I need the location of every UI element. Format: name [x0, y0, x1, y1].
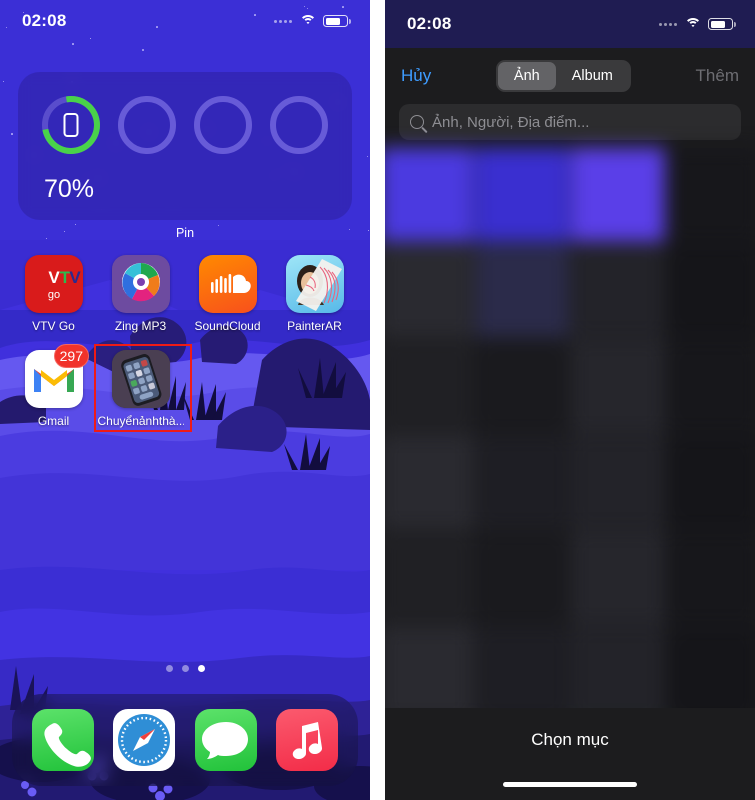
- photo-thumbnail[interactable]: [571, 435, 665, 529]
- battery-icon: [708, 18, 733, 30]
- battery-ring-empty-2: [194, 96, 252, 154]
- app-label: Gmail: [38, 414, 69, 428]
- photo-thumbnail[interactable]: [475, 148, 569, 242]
- photo-thumbnail[interactable]: [667, 339, 755, 433]
- chuyen-anh-shortcut-icon: [112, 350, 170, 408]
- page-dot-1[interactable]: [166, 665, 173, 672]
- phone-icon[interactable]: [32, 709, 94, 771]
- app-chuyen-anh-shortcut[interactable]: Chuyểnảnhthà...: [97, 345, 184, 428]
- app-label: PainterAR: [287, 319, 342, 333]
- safari-icon[interactable]: [113, 709, 175, 771]
- soundcloud-icon: [199, 255, 257, 313]
- app-row-1: V T V go VTV Go Zing MP3 SoundCloud Pain…: [10, 250, 360, 333]
- tab-photos[interactable]: Ảnh: [498, 62, 556, 90]
- page-dot-2[interactable]: [182, 665, 189, 672]
- photo-thumbnail[interactable]: [667, 435, 755, 529]
- battery-widget[interactable]: 70%: [18, 72, 352, 220]
- tab-albums[interactable]: Album: [556, 62, 629, 90]
- battery-percent: 70%: [44, 175, 94, 204]
- signal-dots-icon: [659, 23, 677, 26]
- wifi-icon: [299, 15, 316, 28]
- app-label: SoundCloud: [194, 319, 260, 333]
- dock: [12, 694, 358, 786]
- search-icon: [410, 115, 424, 129]
- page-dot-3-active[interactable]: [198, 665, 205, 672]
- photo-thumbnail[interactable]: [475, 531, 569, 625]
- battery-icon: [323, 15, 348, 27]
- left-phone-home-screen: 02:08 70% Pin V T V go VTV Go Zing MP3 S…: [0, 0, 370, 800]
- status-bar: 02:08: [0, 0, 370, 42]
- music-icon[interactable]: [276, 709, 338, 771]
- photo-thumbnail[interactable]: [475, 627, 569, 721]
- photo-thumbnail[interactable]: [571, 627, 665, 721]
- battery-ring-empty-3: [270, 96, 328, 154]
- right-phone-photo-picker: 02:08 Hủy Ảnh Album Thêm Ảnh, Người, Địa…: [385, 0, 755, 800]
- photo-thumbnail[interactable]: [475, 339, 569, 433]
- signal-dots-icon: [274, 20, 292, 23]
- status-bar-time: 02:08: [407, 14, 451, 34]
- vtv-go-icon: V T V go: [25, 255, 83, 313]
- two-phone-screenshot: 02:08 70% Pin V T V go VTV Go Zing MP3 S…: [0, 0, 755, 800]
- photo-picker-sheet: Hủy Ảnh Album Thêm Ảnh, Người, Địa điểm.…: [385, 48, 755, 800]
- screenshot-divider: [370, 0, 385, 800]
- choose-items-label: Chọn mục: [385, 730, 755, 750]
- photo-thumbnail[interactable]: [385, 244, 473, 338]
- home-indicator[interactable]: [503, 782, 637, 787]
- photo-thumbnail[interactable]: [475, 244, 569, 338]
- photo-thumbnail[interactable]: [475, 435, 569, 529]
- app-grid: V T V go VTV Go Zing MP3 SoundCloud Pain…: [10, 250, 360, 428]
- page-dots[interactable]: [0, 665, 370, 672]
- app-gmail[interactable]: 297 Gmail: [10, 345, 97, 428]
- svg-text:V: V: [48, 268, 60, 287]
- app-label: VTV Go: [32, 319, 75, 333]
- messages-icon[interactable]: [195, 709, 257, 771]
- photo-thumbnail[interactable]: [667, 148, 755, 242]
- zing-mp3-icon: [112, 255, 170, 313]
- gmail-badge: 297: [54, 344, 89, 368]
- photo-thumbnail[interactable]: [667, 244, 755, 338]
- search-placeholder: Ảnh, Người, Địa điểm...: [432, 114, 589, 131]
- app-soundcloud[interactable]: SoundCloud: [184, 250, 271, 333]
- photo-thumbnail[interactable]: [571, 148, 665, 242]
- photo-thumbnail[interactable]: [385, 531, 473, 625]
- search-input[interactable]: Ảnh, Người, Địa điểm...: [399, 104, 741, 140]
- status-bar: 02:08: [385, 0, 755, 48]
- iphone-icon: [64, 113, 79, 137]
- app-painterar[interactable]: PainterAR: [271, 250, 358, 333]
- picker-footer: Chọn mục: [385, 708, 755, 800]
- app-row-2: 297 Gmail Chuyểnảnhthà...: [10, 345, 360, 428]
- battery-ring-empty-1: [118, 96, 176, 154]
- status-bar-time: 02:08: [22, 11, 66, 31]
- more-button[interactable]: Thêm: [696, 66, 739, 86]
- photo-thumbnail[interactable]: [385, 148, 473, 242]
- painterar-icon: [286, 255, 344, 313]
- segmented-control[interactable]: Ảnh Album: [496, 60, 631, 92]
- photo-thumbnail[interactable]: [667, 531, 755, 625]
- photo-thumbnail[interactable]: [571, 531, 665, 625]
- svg-text:go: go: [47, 289, 59, 301]
- wifi-icon: [684, 18, 701, 31]
- photo-thumbnail[interactable]: [385, 627, 473, 721]
- app-zing-mp3[interactable]: Zing MP3: [97, 250, 184, 333]
- photo-thumbnail[interactable]: [385, 339, 473, 433]
- app-vtv-go[interactable]: V T V go VTV Go: [10, 250, 97, 333]
- photo-thumbnail[interactable]: [571, 339, 665, 433]
- app-label: Chuyểnảnhthà...: [98, 414, 184, 428]
- picker-navbar: Hủy Ảnh Album Thêm: [385, 48, 755, 104]
- widget-label: Pin: [0, 226, 370, 240]
- photo-thumbnail[interactable]: [667, 627, 755, 721]
- app-label: Zing MP3: [115, 319, 166, 333]
- search-bar-container: Ảnh, Người, Địa điểm...: [385, 104, 755, 148]
- svg-text:V: V: [69, 268, 81, 287]
- cancel-button[interactable]: Hủy: [401, 66, 431, 86]
- photo-grid[interactable]: [385, 148, 755, 717]
- photo-thumbnail[interactable]: [571, 244, 665, 338]
- photo-thumbnail[interactable]: [385, 435, 473, 529]
- battery-ring-iphone: [42, 96, 100, 154]
